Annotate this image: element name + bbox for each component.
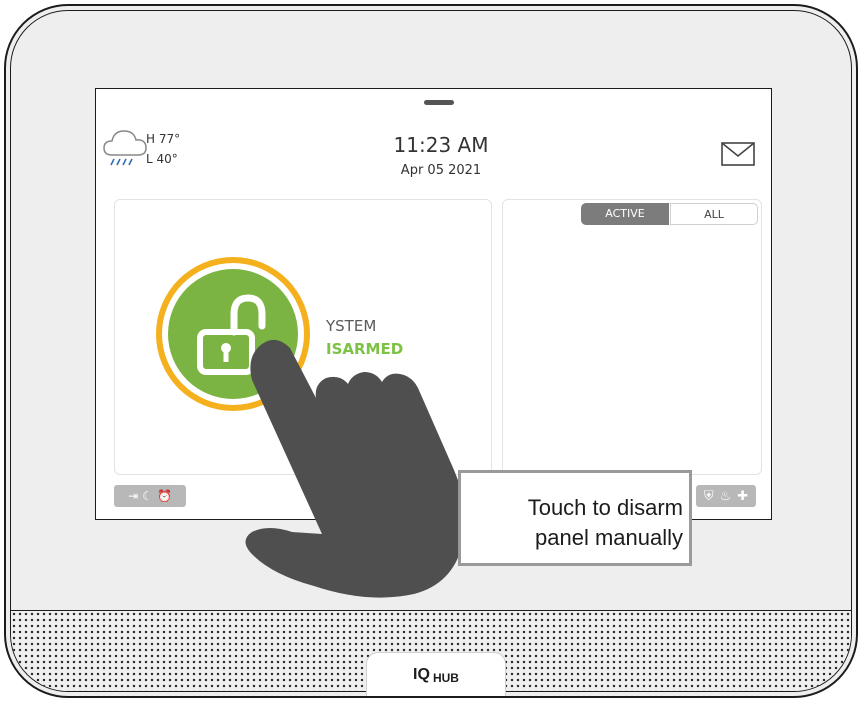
callout-line-1: Touch to disarm: [527, 495, 683, 520]
iq-hub-logo: IQ HUB: [366, 652, 506, 696]
instruction-callout: Touch to disarm panel manually: [458, 470, 692, 566]
temp-high: H 77°: [146, 132, 181, 146]
system-status-label: YSTEM: [326, 317, 377, 335]
callout-line-2: panel manually: [535, 525, 683, 550]
logo-mark: IQ: [413, 665, 430, 683]
emergency-button[interactable]: ⛨ ♨ ✚: [696, 485, 756, 507]
arm-shortcuts-button[interactable]: ⇥ ☾ ⏰: [114, 485, 186, 507]
fire-icon: ♨: [719, 488, 732, 504]
alarm-clock-icon: ⏰: [156, 489, 172, 503]
medical-cross-icon: ✚: [737, 488, 749, 504]
rain-cloud-icon: [103, 130, 147, 166]
pointing-hand-icon: [245, 339, 466, 598]
pull-down-handle[interactable]: [424, 100, 454, 105]
temp-low: L 40°: [146, 152, 178, 166]
exit-delay-icon: ⇥: [128, 489, 139, 503]
events-panel: [502, 199, 762, 475]
logo-text: HUB: [432, 670, 459, 685]
night-moon-icon: ☾: [142, 489, 153, 503]
tab-active[interactable]: ACTIVE: [581, 203, 669, 225]
police-shield-icon: ⛨: [703, 488, 714, 504]
clock-date: Apr 05 2021: [400, 163, 482, 178]
envelope-icon[interactable]: [721, 142, 755, 166]
tab-all[interactable]: ALL: [670, 203, 758, 225]
clock-time: 11:23 AM: [393, 133, 489, 157]
